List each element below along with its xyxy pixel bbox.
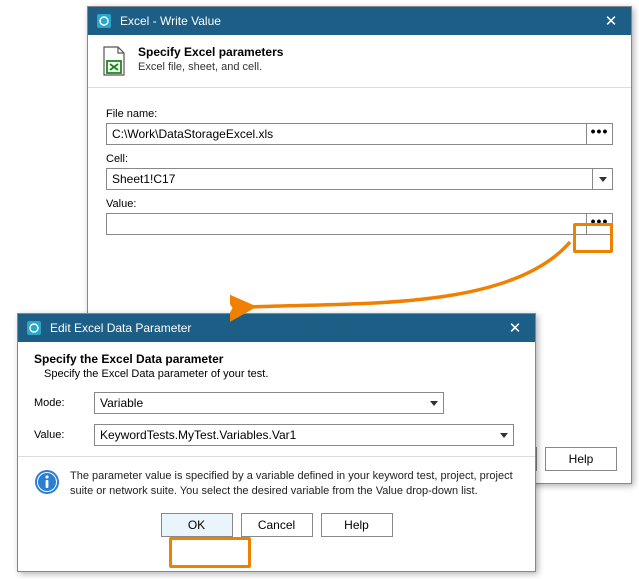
titlebar: Excel - Write Value ✕ <box>88 7 631 35</box>
excel-file-icon <box>100 45 128 77</box>
file-name-label: File name: <box>106 108 613 120</box>
cell-input[interactable] <box>106 168 593 190</box>
file-browse-button[interactable]: ••• <box>587 123 613 145</box>
edit-parameter-dialog: Edit Excel Data Parameter ✕ Specify the … <box>17 313 536 572</box>
info-row: The parameter value is specified by a va… <box>18 456 535 507</box>
header-subtitle: Excel file, sheet, and cell. <box>138 61 283 73</box>
help-button[interactable]: Help <box>545 447 617 471</box>
cancel-button-2[interactable]: Cancel <box>241 513 313 537</box>
file-name-input[interactable] <box>106 123 587 145</box>
button-row-2: OK Cancel Help <box>18 507 535 551</box>
ok-button[interactable]: OK <box>161 513 233 537</box>
mode-select[interactable]: Variable <box>94 392 444 414</box>
dialog-title: Excel - Write Value <box>120 14 599 28</box>
mode-label: Mode: <box>34 397 94 409</box>
help-button-2[interactable]: Help <box>321 513 393 537</box>
param-header-sub: Specify the Excel Data parameter of your… <box>34 368 519 380</box>
app-icon <box>96 13 112 29</box>
info-text: The parameter value is specified by a va… <box>70 469 519 499</box>
param-header-title: Specify the Excel Data parameter <box>34 352 519 366</box>
info-icon <box>34 469 60 495</box>
mode-value: Variable <box>95 393 425 413</box>
close-icon-2[interactable]: ✕ <box>503 319 527 337</box>
header-section: Specify Excel parameters Excel file, she… <box>88 35 631 88</box>
value-label: Value: <box>106 198 613 210</box>
titlebar-2: Edit Excel Data Parameter ✕ <box>18 314 535 342</box>
dialog2-title: Edit Excel Data Parameter <box>50 321 503 335</box>
value-input[interactable] <box>106 213 587 235</box>
cell-dropdown-button[interactable] <box>593 168 613 190</box>
value-ellipsis-button[interactable]: ••• <box>587 213 613 235</box>
chevron-down-icon <box>425 393 443 413</box>
form-area: File name: ••• Cell: Value: ••• <box>88 88 631 247</box>
value-label-2: Value: <box>34 429 94 441</box>
header-title: Specify Excel parameters <box>138 45 283 59</box>
cell-label: Cell: <box>106 153 613 165</box>
param-form: Specify the Excel Data parameter Specify… <box>18 342 535 456</box>
value-select-value: KeywordTests.MyTest.Variables.Var1 <box>95 425 495 445</box>
app-icon-2 <box>26 320 42 336</box>
close-icon[interactable]: ✕ <box>599 12 623 30</box>
chevron-down-icon-2 <box>495 425 513 445</box>
value-select[interactable]: KeywordTests.MyTest.Variables.Var1 <box>94 424 514 446</box>
